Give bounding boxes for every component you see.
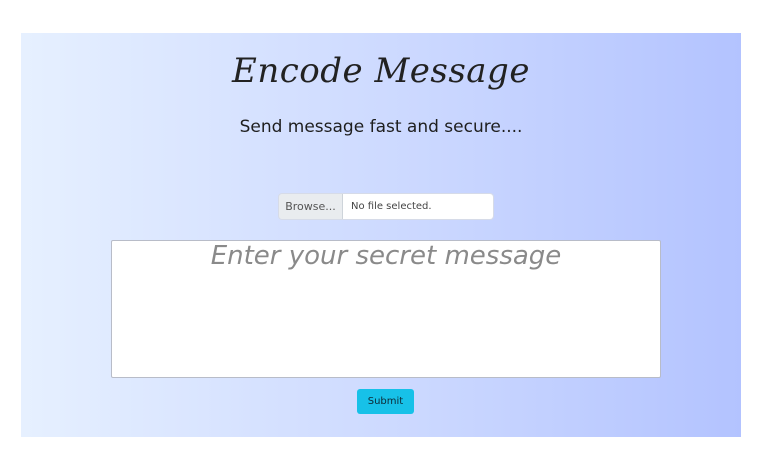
browse-button[interactable]: Browse... — [279, 194, 343, 219]
secret-message-input[interactable] — [111, 240, 661, 378]
encode-panel: Encode Message Send message fast and sec… — [21, 33, 741, 437]
page-subtitle: Send message fast and secure.... — [239, 117, 523, 137]
file-input[interactable]: Browse... No file selected. — [279, 194, 493, 219]
page-title: Encode Message — [232, 51, 530, 91]
submit-button[interactable]: Submit — [357, 389, 414, 414]
file-status: No file selected. — [343, 194, 493, 219]
